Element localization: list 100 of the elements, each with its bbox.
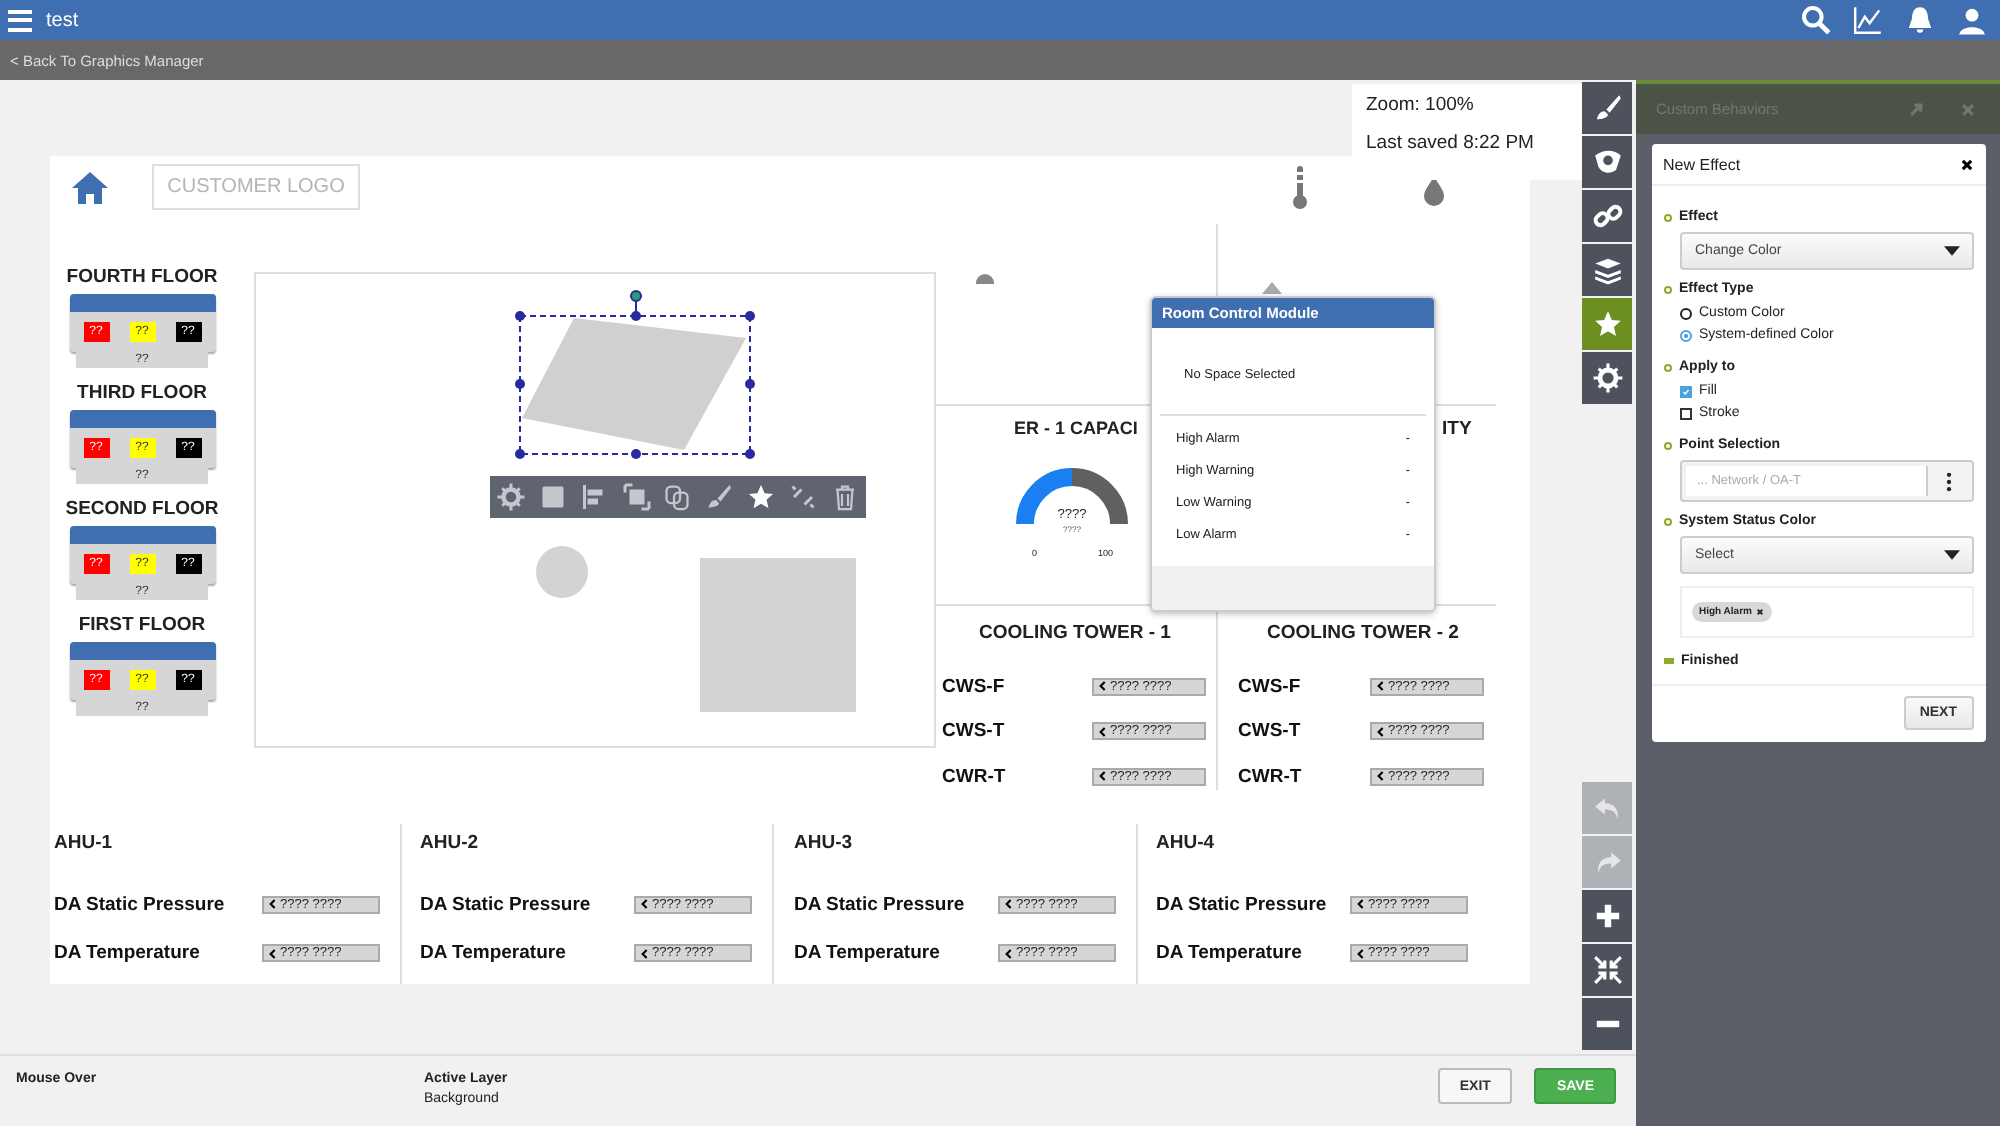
chevron-icon — [268, 898, 276, 911]
menu-icon[interactable] — [8, 9, 32, 31]
chevron-icon — [268, 947, 276, 960]
floor-title: THIRD FLOOR — [77, 382, 207, 404]
point-label: DA Static Pressure — [794, 893, 965, 916]
chevron-icon — [1098, 725, 1106, 738]
bring-front-tool[interactable] — [621, 482, 652, 512]
gears-tool[interactable] — [495, 482, 526, 512]
section-title: AHU-2 — [420, 832, 481, 858]
unlink-tool[interactable] — [788, 482, 819, 512]
circle-shape — [536, 546, 588, 598]
chevron-icon — [640, 898, 648, 911]
caret-icon — [1943, 246, 1959, 256]
point-label: CWR-T — [942, 765, 1006, 788]
floor-title: SECOND FLOOR — [65, 498, 219, 520]
point-label: CWS-T — [1238, 720, 1301, 743]
gears-icon — [495, 482, 526, 512]
zoom-level: Zoom: 100% — [1366, 94, 1476, 116]
thermometer-icon — [1292, 164, 1308, 212]
step-dot-icon — [1663, 285, 1671, 293]
settings-icon — [1591, 362, 1623, 394]
star-tool[interactable] — [746, 482, 777, 512]
remove-icon[interactable] — [1755, 608, 1764, 616]
step-dot-icon — [1663, 213, 1671, 221]
step-dot-icon — [1663, 363, 1671, 371]
floor-title: FOURTH FLOOR — [66, 266, 218, 288]
star-tool[interactable] — [1582, 298, 1632, 350]
checkbox[interactable] — [1679, 385, 1691, 397]
point-label: DA Static Pressure — [1156, 893, 1327, 916]
chart-icon — [1852, 4, 1884, 36]
point-label: CWS-F — [1238, 675, 1301, 698]
dialog-title: New Effect — [1663, 156, 1741, 174]
brush-tool[interactable] — [1582, 82, 1632, 134]
point-label: DA Temperature — [1156, 942, 1302, 965]
chevron-icon — [1376, 680, 1384, 693]
bring-front-icon — [621, 482, 652, 512]
chevron-icon — [1004, 947, 1012, 960]
user-icon — [1956, 4, 1988, 36]
close-icon[interactable] — [1959, 158, 1973, 172]
last-saved: Last saved 8:22 PM — [1366, 132, 1536, 154]
step-dot-icon — [1663, 517, 1671, 525]
eye-icon — [1591, 146, 1623, 178]
copy-icon — [662, 482, 693, 512]
point-label: CWS-T — [942, 720, 1005, 743]
brush-icon — [1591, 92, 1623, 124]
plus-icon — [1591, 900, 1623, 932]
chiller-title: ITY — [1442, 418, 1472, 440]
minus-button[interactable] — [1582, 998, 1632, 1050]
square-icon — [537, 482, 568, 512]
chevron-icon — [1376, 725, 1384, 738]
square-tool[interactable] — [537, 482, 568, 512]
point-label: DA Temperature — [794, 942, 940, 965]
settings-tool[interactable] — [1582, 352, 1632, 404]
drop-icon — [1422, 174, 1446, 206]
floor-title: FIRST FLOOR — [78, 614, 206, 636]
link-tool[interactable] — [1582, 190, 1632, 242]
chevron-icon — [1004, 898, 1012, 911]
layers-tool[interactable] — [1582, 244, 1632, 296]
link-icon — [1591, 200, 1623, 232]
radio-button[interactable] — [1679, 329, 1691, 341]
selected-shape[interactable] — [512, 288, 760, 460]
search-button[interactable] — [1800, 4, 1832, 36]
brush-tool[interactable] — [704, 482, 735, 512]
section-title: COOLING TOWER - 2 — [1265, 622, 1461, 644]
point-label: CWS-F — [942, 675, 1005, 698]
plus-button[interactable] — [1582, 890, 1632, 942]
chevron-icon — [1356, 898, 1364, 911]
section-title: COOLING TOWER - 1 — [977, 622, 1173, 644]
app-title: test — [46, 9, 79, 31]
home-icon[interactable] — [70, 168, 110, 208]
chevron-icon — [1098, 770, 1106, 783]
section-title: AHU-4 — [1156, 832, 1217, 858]
section-title: AHU-1 — [54, 832, 115, 858]
chart-button[interactable] — [1852, 4, 1884, 36]
chevron-icon — [1098, 680, 1106, 693]
layers-icon — [1591, 254, 1623, 286]
brush-icon — [704, 482, 735, 512]
point-label: DA Static Pressure — [420, 893, 591, 916]
compress-button[interactable] — [1582, 944, 1632, 996]
star-icon — [1591, 308, 1623, 340]
point-label: DA Static Pressure — [54, 893, 225, 916]
point-label: CWR-T — [1238, 765, 1302, 788]
section-title: AHU-3 — [794, 832, 855, 858]
step-dot-icon — [1663, 441, 1671, 449]
checkbox[interactable] — [1679, 407, 1691, 419]
bell-button[interactable] — [1904, 4, 1936, 36]
chevron-icon — [640, 947, 648, 960]
user-button[interactable] — [1956, 4, 1988, 36]
star-icon — [746, 482, 777, 512]
radio-button[interactable] — [1679, 307, 1691, 319]
search-icon — [1800, 4, 1832, 36]
point-label: DA Temperature — [54, 942, 200, 965]
chevron-icon — [1356, 947, 1364, 960]
unlink-icon — [788, 482, 819, 512]
customer-logo: CUSTOMER LOGO — [152, 164, 360, 210]
copy-tool[interactable] — [662, 482, 693, 512]
compress-icon — [1591, 954, 1623, 986]
point-label: DA Temperature — [420, 942, 566, 965]
eye-tool[interactable] — [1582, 136, 1632, 188]
chevron-icon — [1376, 770, 1384, 783]
